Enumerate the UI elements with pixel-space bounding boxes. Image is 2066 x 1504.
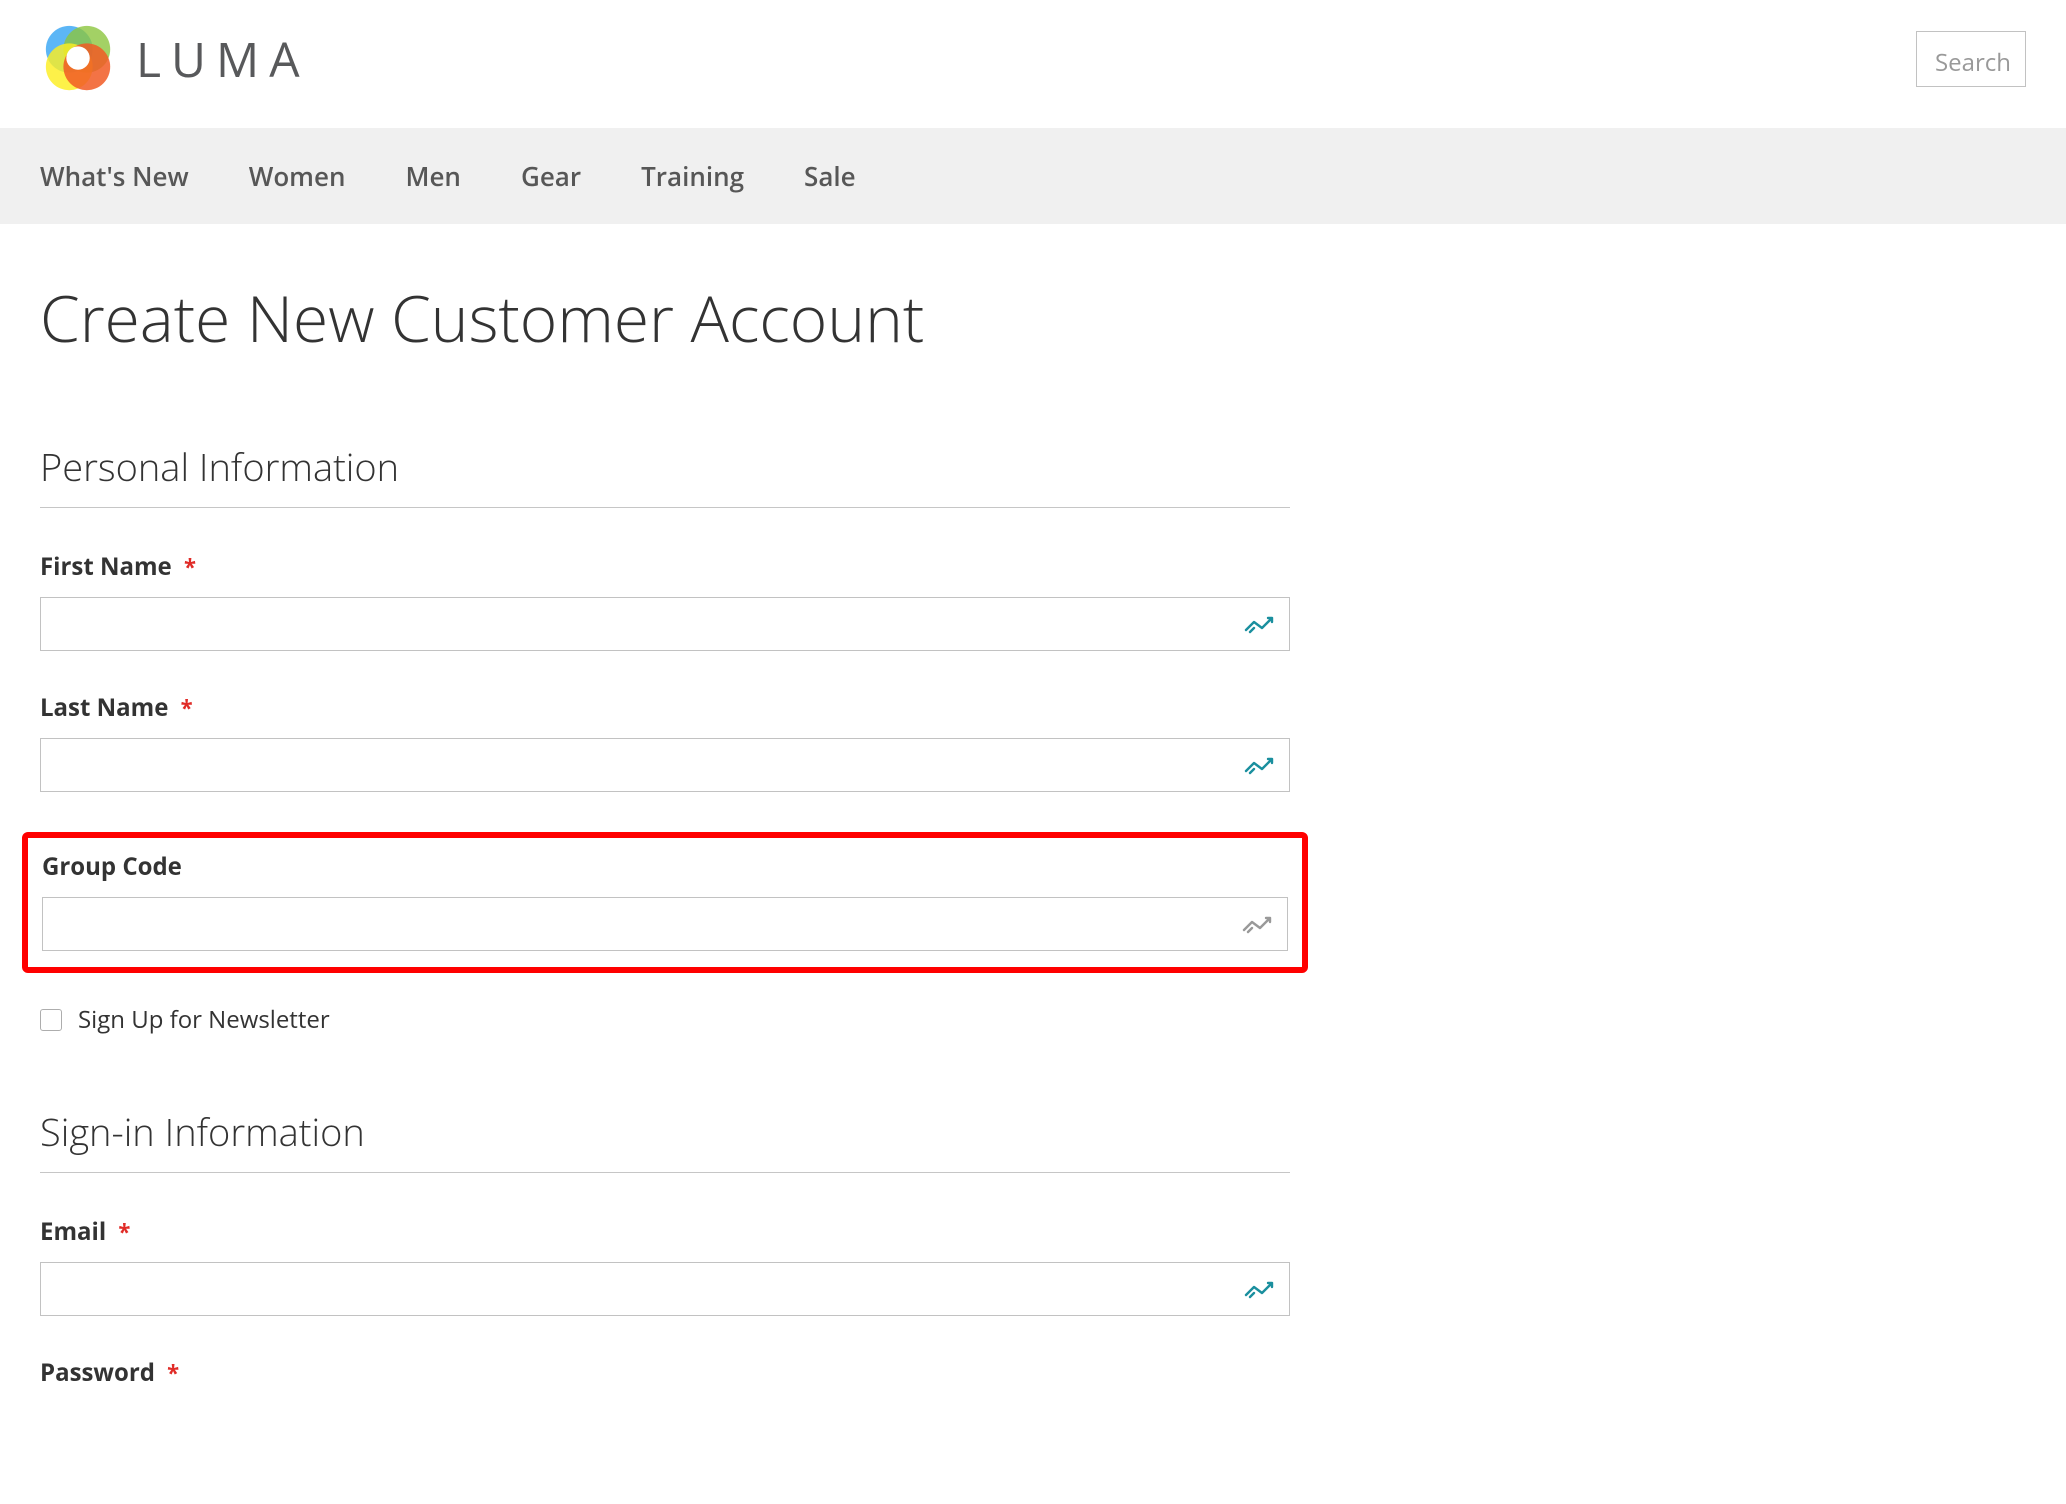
nav-training[interactable]: Training <box>641 128 744 224</box>
main-content: Create New Customer Account Personal Inf… <box>0 224 2066 1479</box>
last-name-label-text: Last Name <box>40 691 168 724</box>
newsletter-row: Sign Up for Newsletter <box>40 1003 1290 1036</box>
nav-gear[interactable]: Gear <box>521 128 581 224</box>
page-title: Create New Customer Account <box>40 274 2026 361</box>
first-name-label: First Name * <box>40 550 1290 583</box>
field-password: Password * <box>40 1356 1290 1389</box>
last-name-label: Last Name * <box>40 691 1290 724</box>
field-first-name: First Name * <box>40 550 1290 651</box>
group-code-label: Group Code <box>42 850 1288 883</box>
last-name-input[interactable] <box>40 738 1290 792</box>
required-mark: * <box>184 552 196 582</box>
nav-men[interactable]: Men <box>406 128 461 224</box>
group-code-input[interactable] <box>42 897 1288 951</box>
section-signin-info: Sign-in Information <box>40 1106 1290 1173</box>
brand-name: LUMA <box>136 27 310 92</box>
nav-sale[interactable]: Sale <box>804 128 856 224</box>
password-label-text: Password <box>40 1356 155 1389</box>
main-nav: What's New Women Men Gear Training Sale <box>0 128 2066 224</box>
required-mark: * <box>167 1358 179 1388</box>
newsletter-checkbox[interactable] <box>40 1009 62 1031</box>
nav-women[interactable]: Women <box>249 128 346 224</box>
field-group-code: Group Code <box>42 850 1288 951</box>
nav-whats-new[interactable]: What's New <box>40 128 189 224</box>
email-label-text: Email <box>40 1215 106 1248</box>
page-header: LUMA Search <box>0 0 2066 128</box>
search-input[interactable]: Search <box>1916 31 2026 87</box>
first-name-label-text: First Name <box>40 550 172 583</box>
newsletter-label: Sign Up for Newsletter <box>78 1003 330 1036</box>
email-input[interactable] <box>40 1262 1290 1316</box>
brand-logo[interactable]: LUMA <box>40 20 310 98</box>
field-email: Email * <box>40 1215 1290 1316</box>
email-label: Email * <box>40 1215 1290 1248</box>
required-mark: * <box>181 693 193 723</box>
field-last-name: Last Name * <box>40 691 1290 792</box>
luma-logo-icon <box>40 20 118 98</box>
required-mark: * <box>118 1217 130 1247</box>
group-code-highlight: Group Code <box>22 832 1308 973</box>
password-label: Password * <box>40 1356 1290 1389</box>
first-name-input[interactable] <box>40 597 1290 651</box>
section-personal-info: Personal Information <box>40 441 1290 508</box>
create-account-form: Personal Information First Name * Last N… <box>40 441 1290 1389</box>
